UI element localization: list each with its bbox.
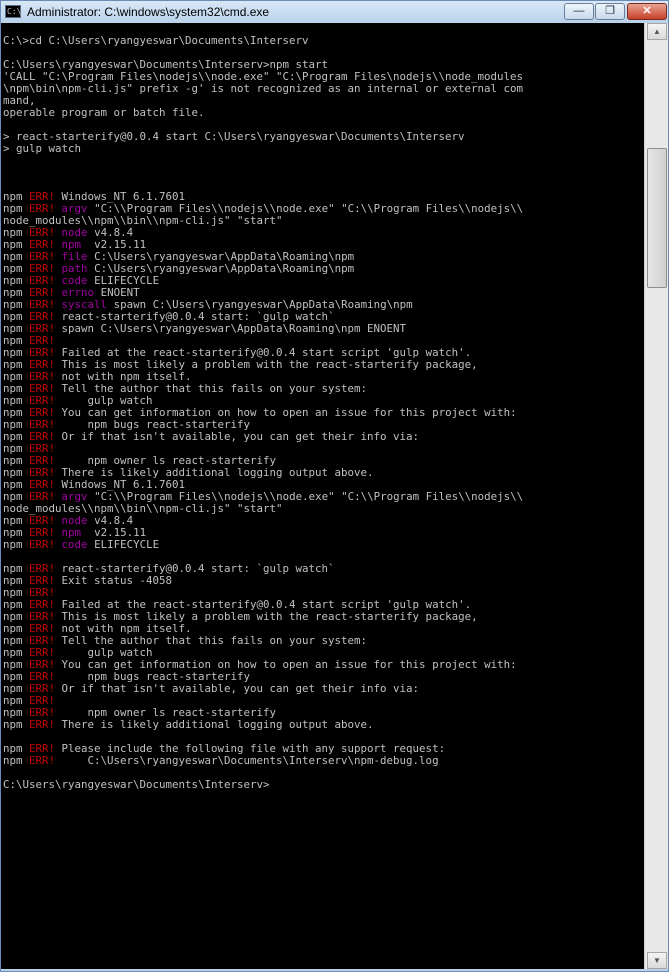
- console-line: npm ERR! There is likely additional logg…: [3, 718, 374, 731]
- npm-prefix: npm: [3, 718, 30, 731]
- line-text: \npm\bin\npm-cli.js" prefix -g' is not r…: [3, 82, 524, 95]
- console-line: C:\Users\ryangyeswar\Documents\Interserv…: [3, 778, 270, 791]
- console-line: npm ERR! code ELIFECYCLE: [3, 538, 159, 551]
- npm-prefix: npm: [3, 538, 30, 551]
- title-bar[interactable]: C:\ Administrator: C:\windows\system32\c…: [1, 1, 668, 23]
- console-output[interactable]: C:\>cd C:\Users\ryangyeswar\Documents\In…: [1, 23, 644, 969]
- err-tag: ERR!: [29, 754, 56, 767]
- console-line: npm ERR! spawn C:\Users\ryangyeswar\AppD…: [3, 322, 406, 335]
- app-icon-glyph: C:\: [7, 7, 22, 16]
- line-text: Exit status -4058: [61, 574, 173, 587]
- console-text: C:\>cd C:\Users\ryangyeswar\Documents\In…: [1, 23, 644, 791]
- console-line: npm ERR! C:\Users\ryangyeswar\Documents\…: [3, 754, 439, 767]
- cmd-window: C:\ Administrator: C:\windows\system32\c…: [0, 0, 669, 972]
- cmd-app-icon[interactable]: C:\: [5, 5, 21, 18]
- npm-prefix: npm: [3, 754, 30, 767]
- close-button[interactable]: ✕: [627, 3, 667, 20]
- scroll-thumb[interactable]: [647, 148, 667, 289]
- vertical-scrollbar[interactable]: ▲ ▼: [644, 23, 668, 969]
- line-text: spawn C:\Users\ryangyeswar\AppData\Roami…: [61, 322, 407, 335]
- line-text: > gulp watch: [3, 142, 82, 155]
- line-text: ELIFECYCLE: [94, 538, 160, 551]
- line-text: There is likely additional logging outpu…: [61, 718, 374, 731]
- line-text: C:\Users\ryangyeswar\Documents\Interserv…: [3, 778, 270, 791]
- minimize-button[interactable]: —: [564, 3, 594, 20]
- console-line: npm ERR! Or if that isn't available, you…: [3, 430, 419, 443]
- window-title: Administrator: C:\windows\system32\cmd.e…: [27, 5, 270, 19]
- console-line: C:\>cd C:\Users\ryangyeswar\Documents\In…: [3, 34, 309, 47]
- line-text: Or if that isn't available, you can get …: [61, 682, 420, 695]
- scroll-down-button[interactable]: ▼: [647, 952, 667, 969]
- console-line: npm ERR! Or if that isn't available, you…: [3, 682, 419, 695]
- console-line: operable program or batch file.: [3, 106, 205, 119]
- line-text: C:\>cd C:\Users\ryangyeswar\Documents\In…: [3, 34, 309, 47]
- err-tag: ERR!: [29, 538, 56, 551]
- err-tag: ERR!: [29, 718, 56, 731]
- scroll-up-button[interactable]: ▲: [647, 23, 667, 40]
- console-line: > gulp watch: [3, 142, 81, 155]
- line-text: C:\Users\ryangyeswar\Documents\Interserv…: [61, 754, 439, 767]
- line-text: operable program or batch file.: [3, 106, 205, 119]
- maximize-button[interactable]: ❐: [595, 3, 625, 20]
- line-text: Or if that isn't available, you can get …: [61, 430, 420, 443]
- log-key: code: [61, 538, 88, 551]
- console-line: \npm\bin\npm-cli.js" prefix -g' is not r…: [3, 82, 523, 95]
